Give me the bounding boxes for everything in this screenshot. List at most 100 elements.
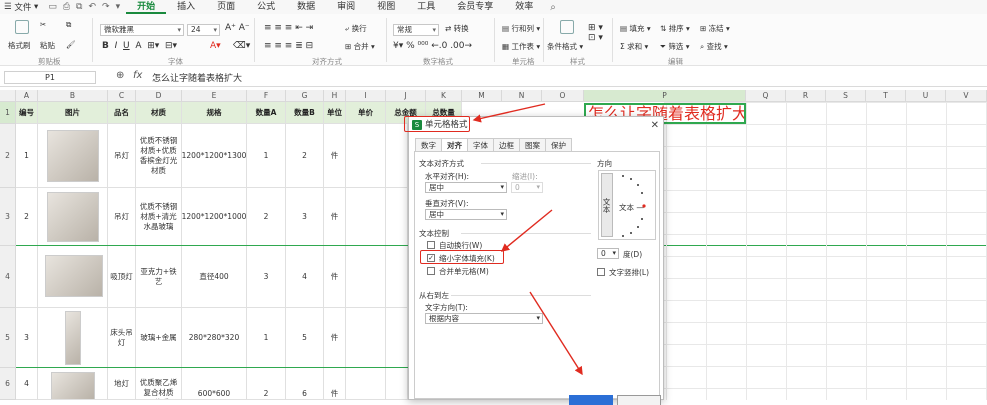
degree-stepper[interactable]: 0 — [597, 248, 619, 259]
product-image[interactable] — [47, 130, 99, 182]
filter-button[interactable]: ⏷ 筛选 ▾ — [660, 41, 690, 52]
header-cell[interactable]: 图片 — [38, 102, 108, 124]
text-direction-select[interactable]: 根据内容 — [425, 313, 543, 324]
vertical-align-icons[interactable]: ≡ ≡ ≡ ⇤ ⇥ — [264, 23, 313, 33]
row-header[interactable]: 2 — [0, 124, 16, 188]
tab-tools[interactable]: 工具 — [406, 0, 446, 14]
vertical-text-box[interactable]: 文本 — [601, 173, 613, 237]
tab-view[interactable]: 视图 — [366, 0, 406, 14]
tab-insert[interactable]: 插入 — [166, 0, 206, 14]
col-header-g[interactable]: G — [286, 90, 324, 102]
header-cell[interactable]: 单位 — [324, 102, 346, 124]
table-cell[interactable]: 4 — [16, 368, 38, 400]
table-cell[interactable]: 件 — [324, 246, 346, 308]
font-name-select[interactable]: 微软雅黑 — [100, 24, 184, 36]
wrap-text-button[interactable]: ⤶ 换行 — [345, 23, 367, 34]
orientation-control[interactable]: 文本 文本 — — [598, 170, 656, 240]
col-header-m[interactable]: M — [462, 90, 502, 102]
tab-alignment[interactable]: 对齐 — [441, 138, 468, 152]
conditional-format-icon[interactable] — [560, 20, 574, 34]
row-header[interactable]: 3 — [0, 188, 16, 246]
table-cell[interactable]: 1 — [247, 124, 286, 188]
row-header[interactable]: 4 — [0, 246, 16, 308]
tab-review[interactable]: 审阅 — [326, 0, 366, 14]
sheet-button[interactable]: ▦ 工作表 ▾ — [502, 41, 540, 52]
eraser-icon[interactable]: ⌫▾ — [233, 41, 250, 51]
table-cell[interactable] — [38, 308, 108, 368]
undo-icon[interactable]: ↶ — [88, 2, 96, 12]
table-cell[interactable]: 件 — [324, 368, 346, 400]
table-cell[interactable]: 吊灯 — [108, 124, 136, 188]
table-cell[interactable]: 件 — [324, 188, 346, 246]
table-cell[interactable]: 优质聚乙烯复合材质+优质 — [136, 368, 182, 400]
table-cell[interactable]: 2 — [286, 124, 324, 188]
table-cell[interactable] — [386, 188, 408, 246]
header-cell[interactable]: 规格 — [182, 102, 247, 124]
stacked-text-checkbox[interactable] — [597, 268, 605, 276]
ok-button[interactable] — [569, 395, 613, 405]
table-cell[interactable] — [386, 124, 408, 188]
table-cell[interactable] — [386, 308, 408, 368]
table-cell[interactable]: 吸顶灯 — [108, 246, 136, 308]
format-painter-label[interactable]: 格式刷 — [8, 40, 31, 51]
font-style-buttons[interactable]: B I U A ⊞▾ ⊟▾ — [102, 41, 177, 51]
wrap-text-checkbox[interactable] — [427, 241, 435, 249]
convert-button[interactable]: ⇄ 转换 — [445, 23, 469, 34]
table-cell[interactable]: 直径400 — [182, 246, 247, 308]
col-header-f[interactable]: F — [247, 90, 286, 102]
header-cell[interactable]: 品名 — [108, 102, 136, 124]
col-header-p[interactable]: P — [584, 90, 746, 102]
tab-pattern[interactable]: 图案 — [519, 138, 546, 152]
table-cell[interactable] — [38, 188, 108, 246]
col-header-u[interactable]: U — [906, 90, 946, 102]
save-icon[interactable]: ▭ — [48, 2, 57, 12]
vertical-align-select[interactable]: 居中 — [425, 209, 507, 220]
table-cell[interactable]: 地灯 — [108, 368, 136, 400]
cut-icon[interactable]: ✂ — [40, 20, 46, 29]
redo-icon[interactable]: ↷ — [102, 2, 110, 12]
tab-page[interactable]: 页面 — [206, 0, 246, 14]
table-cell[interactable]: 亚克力+铁艺 — [136, 246, 182, 308]
table-cell[interactable]: 优质不锈钢材质+清光水晶玻璃 — [136, 188, 182, 246]
table-style-icons[interactable]: ⊞ ▾ ⊡ ▾ — [588, 23, 603, 43]
tab-border[interactable]: 边框 — [493, 138, 520, 152]
number-format-select[interactable]: 常规 — [393, 24, 439, 36]
rowcol-button[interactable]: ▤ 行和列 ▾ — [502, 23, 540, 34]
col-header-h[interactable]: H — [324, 90, 346, 102]
table-cell[interactable] — [16, 246, 38, 308]
table-cell[interactable]: 件 — [324, 308, 346, 368]
tab-data[interactable]: 数据 — [286, 0, 326, 14]
col-header-e[interactable]: E — [182, 90, 247, 102]
table-cell[interactable]: 件 — [324, 124, 346, 188]
zoom-icon[interactable]: ⊕ — [116, 70, 124, 81]
more-icon[interactable]: ▾ — [116, 2, 121, 12]
freeze-button[interactable]: ⊞ 冻结 ▾ — [700, 23, 730, 34]
tab-home[interactable]: 开始 — [126, 0, 167, 14]
col-header-a[interactable]: A — [16, 90, 38, 102]
table-cell[interactable] — [38, 124, 108, 188]
row-header[interactable]: 6 — [0, 368, 16, 400]
sort-button[interactable]: ⇅ 排序 ▾ — [660, 23, 690, 34]
row-header[interactable]: 5 — [0, 308, 16, 368]
header-cell[interactable]: 材质 — [136, 102, 182, 124]
table-cell[interactable]: 5 — [286, 308, 324, 368]
table-cell[interactable]: 1 — [16, 124, 38, 188]
find-button[interactable]: ⌕ 查找 ▾ — [700, 41, 728, 52]
tab-efficiency[interactable]: 效率 — [504, 0, 544, 14]
table-cell[interactable]: 吊灯 — [108, 188, 136, 246]
fx-icon[interactable]: fx — [133, 70, 142, 81]
table-cell[interactable] — [386, 246, 408, 308]
col-header-b[interactable]: B — [38, 90, 108, 102]
horizontal-align-icons[interactable]: ≡ ≡ ≡ ≣ ⊟ — [264, 41, 313, 51]
font-color-icon[interactable]: A▾ — [210, 41, 221, 51]
table-cell[interactable]: 2 — [247, 188, 286, 246]
product-image[interactable] — [45, 255, 103, 297]
table-cell[interactable]: 优质不锈钢材质+优质香槟金灯光材质 — [136, 124, 182, 188]
header-cell[interactable]: 数量B — [286, 102, 324, 124]
font-grow-icon[interactable]: A⁺ A⁻ — [225, 23, 250, 33]
col-header-t[interactable]: T — [866, 90, 906, 102]
col-header-d[interactable]: D — [136, 90, 182, 102]
table-cell[interactable]: 3 — [16, 308, 38, 368]
col-header-r[interactable]: R — [786, 90, 826, 102]
table-cell[interactable] — [386, 368, 408, 400]
